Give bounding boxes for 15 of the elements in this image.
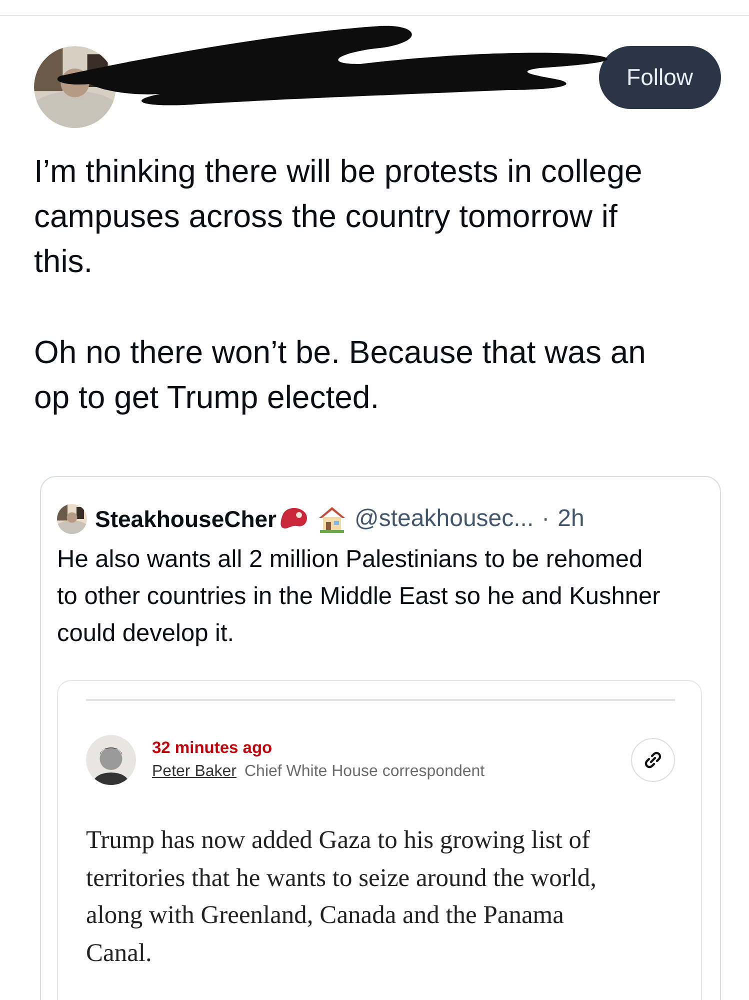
timestamp: 2h	[558, 504, 584, 534]
author-role: Chief White House correspondent	[244, 762, 485, 782]
article-text: Trump has now added Gaza to his growing list of territories that he wants to seize around the world, along with Greenland, Canada and the Panama Canal.	[86, 824, 598, 968]
follow-button[interactable]: Follow	[598, 46, 721, 108]
link-icon	[643, 750, 663, 770]
display-name: SteakhouseCher	[95, 504, 277, 534]
handle: @steakhousec...	[354, 504, 534, 534]
post-text: Oh no there won’t be. Because that was an op to get Trump elected.	[33, 333, 647, 417]
copy-link-button[interactable]	[631, 738, 675, 782]
post-text: I’m thinking there will be protests in college campuses across the country tomorrow if this.	[33, 152, 644, 281]
article-time: 32 minutes ago	[152, 738, 274, 759]
quote-text: He also wants all 2 million Palestinians to be rehomed to other countries in the Middle East so he and Kushner could develop it.	[57, 545, 662, 649]
separator: ·	[542, 504, 550, 534]
author-link[interactable]: Peter Baker	[152, 760, 236, 784]
house-icon	[316, 504, 347, 534]
